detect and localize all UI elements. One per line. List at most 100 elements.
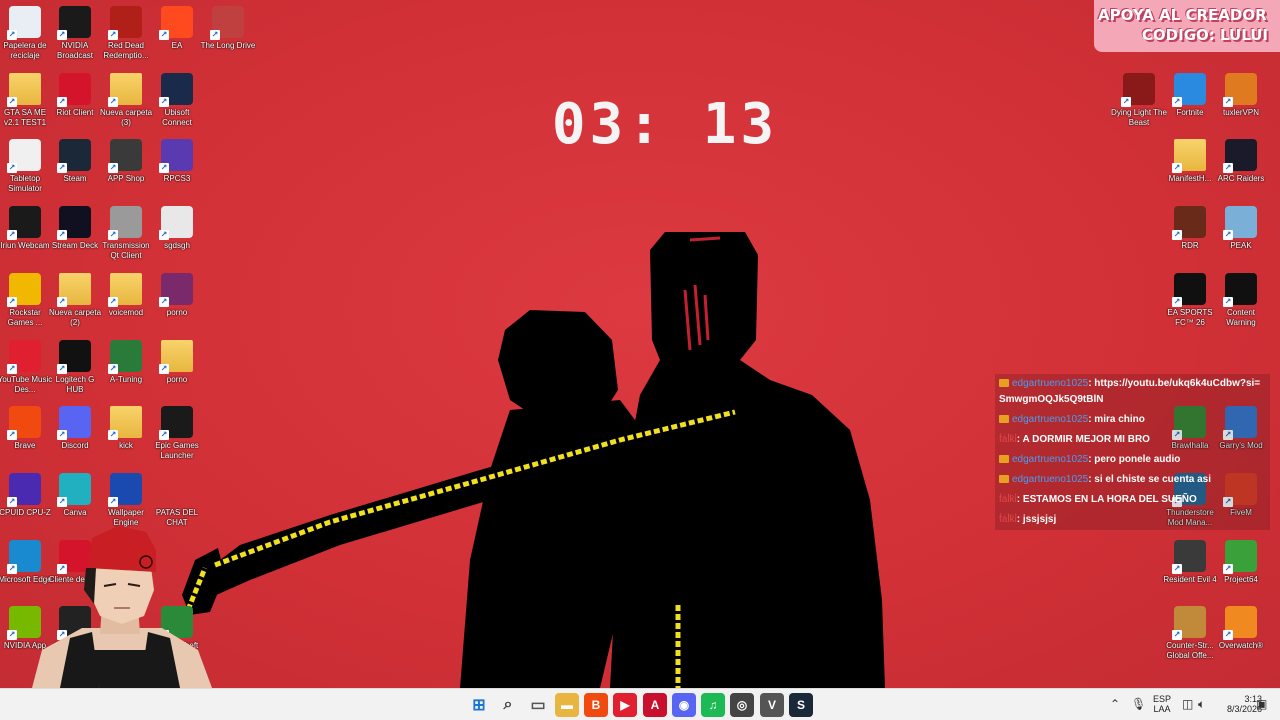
- tabletop-icon: ↗: [7, 139, 41, 174]
- desktop-icon[interactable]: ↗ Nueva carpeta (2): [47, 272, 103, 328]
- desktop-icon-label: Steam: [63, 174, 87, 184]
- chat-text: : jssjsjsj: [1016, 514, 1057, 525]
- chat-username: edgartrueno1025: [1012, 414, 1089, 425]
- language-indicator[interactable]: ESP LAA: [1150, 694, 1174, 720]
- desktop-icon[interactable]: ↗ A-Tuning: [98, 339, 154, 385]
- desktop-icon[interactable]: ↗ Overwatch®: [1213, 606, 1269, 651]
- desktop-icon[interactable]: ↗ ManifestH...: [1162, 139, 1218, 184]
- chat-message: edgartrueno1025: https://youtu.be/ukq6k4…: [995, 374, 1270, 410]
- desktop-icon[interactable]: ↗ YouTube Music Des...: [0, 339, 53, 395]
- desktop-icon[interactable]: ↗ Epic Games Launcher: [149, 406, 205, 461]
- youtube-music-button[interactable]: ▶: [613, 693, 637, 717]
- language-code: ESP: [1152, 694, 1171, 704]
- desktop-icon[interactable]: ↗ Logitech G HUB: [47, 339, 103, 395]
- desktop-icon[interactable]: ↗ Transmission Qt Client: [98, 206, 154, 261]
- desktop-icon-label: Nueva carpeta (3): [99, 107, 153, 127]
- recycle-bin-icon: ↗: [7, 6, 41, 40]
- search-button[interactable]: ⌕: [496, 693, 520, 717]
- desktop-icon[interactable]: ↗ Dying Light The Beast: [1111, 72, 1167, 128]
- desktop-icon-label: PEAK: [1230, 241, 1252, 251]
- desktop-icon[interactable]: ↗ APP Shop: [98, 139, 154, 184]
- chat-badge-icon: [999, 415, 1009, 424]
- desktop-icon[interactable]: ↗ Tabletop Simulator: [0, 139, 53, 194]
- shortcut-arrow-icon: ↗: [108, 230, 118, 241]
- discord-button[interactable]: ◉: [672, 693, 696, 717]
- desktop-icon-label: Project64: [1224, 574, 1258, 584]
- shortcut-arrow-icon: ↗: [7, 430, 17, 441]
- desktop-icon[interactable]: ↗ ARC Raiders: [1213, 139, 1269, 184]
- chevron-up-icon[interactable]: ⌃: [1110, 697, 1120, 711]
- desktop-icon[interactable]: ↗ The Long Drive: [200, 6, 256, 51]
- desktop-icon[interactable]: ↗ RPCS3: [149, 139, 205, 184]
- desktop-icon[interactable]: ↗ Nueva carpeta (3): [98, 72, 154, 128]
- desktop-icon-label: The Long Drive: [200, 41, 256, 50]
- shortcut-arrow-icon: ↗: [57, 96, 67, 107]
- notification-bell-icon[interactable]: ▣: [1256, 697, 1267, 711]
- microphone-icon[interactable]: 🎙︎: [1131, 697, 1146, 711]
- shortcut-arrow-icon: ↗: [108, 296, 118, 307]
- desktop-icon[interactable]: ↗ porno: [149, 272, 205, 318]
- obs-button[interactable]: ◎: [730, 693, 754, 717]
- desktop-icon[interactable]: ↗ Content Warning: [1213, 272, 1269, 328]
- desktop-icon[interactable]: ↗ tuxlerVPN: [1213, 72, 1269, 118]
- desktop-icon[interactable]: ↗ EA: [149, 6, 205, 51]
- desktop-icon[interactable]: ↗ sgdsgh: [149, 206, 205, 251]
- spotify-button[interactable]: ♫: [701, 693, 725, 717]
- start-button[interactable]: ⊞: [467, 693, 491, 717]
- chat-message: ḟȧl̇k̇i̇: ESTAMOS EN LA HORA DEL SUEÑO: [995, 490, 1270, 510]
- adobe-button[interactable]: A: [643, 693, 667, 717]
- desktop-icon[interactable]: ↗ Fortnite: [1162, 72, 1218, 118]
- desktop-icon[interactable]: ↗ Discord: [47, 406, 103, 451]
- desktop-icon[interactable]: ↗ Stream Deck: [47, 206, 103, 251]
- desktop-icon[interactable]: ↗ Steam: [47, 139, 103, 184]
- desktop-icon-label: voicemod: [108, 307, 144, 317]
- desktop-icon[interactable]: ↗ Resident Evil 4: [1162, 539, 1218, 585]
- project64-icon: ↗: [1223, 539, 1257, 574]
- desktop-icon[interactable]: ↗ Papelera de reciclaje: [0, 6, 53, 61]
- desktop-icon-label: Dying Light The Beast: [1111, 107, 1167, 127]
- valorant-button[interactable]: V: [760, 693, 784, 717]
- desktop-icon[interactable]: ↗ Brave: [0, 406, 53, 451]
- fortnite-icon: ↗: [1172, 72, 1206, 107]
- chat-username: ḟȧl̇k̇i̇: [999, 434, 1017, 445]
- desktop-icon[interactable]: ↗ RDR: [1162, 206, 1218, 251]
- desktop-icon[interactable]: ↗ GTA SA ME v2.1 TEST1: [0, 72, 53, 128]
- task-view-button[interactable]: ▭: [526, 693, 550, 717]
- desktop-icon[interactable]: ↗ kick: [98, 406, 154, 451]
- desktop-icon-label: Logitech G HUB: [55, 374, 95, 394]
- steam-button[interactable]: S: [789, 693, 813, 717]
- desktop-icon[interactable]: ↗ EA SPORTS FC™ 26: [1162, 272, 1218, 328]
- desktop-icon[interactable]: ↗ Red Dead Redemptio...: [98, 6, 154, 61]
- folder-icon: ↗: [57, 272, 91, 307]
- speaker-icon[interactable]: 🔈︎: [1198, 697, 1205, 712]
- vtuber-avatar: [32, 526, 212, 688]
- desktop-icon[interactable]: ↗ PEAK: [1213, 206, 1269, 251]
- desktop-icon-label: GTA SA ME v2.1 TEST1: [3, 107, 47, 127]
- shortcut-arrow-icon: ↗: [57, 496, 67, 507]
- desktop-icon[interactable]: ↗ voicemod: [98, 272, 154, 318]
- file-explorer-button[interactable]: ▬: [555, 693, 579, 717]
- desktop-icon[interactable]: ↗ Riot Client: [47, 72, 103, 118]
- desktop-icon-label: RDR: [1181, 241, 1199, 251]
- canva-icon: ↗: [57, 472, 91, 507]
- desktop-icon[interactable]: ↗ Canva: [47, 472, 103, 518]
- desktop-icon[interactable]: ↗ Project64: [1213, 539, 1269, 585]
- desktop-icon[interactable]: ↗ Rockstar Games ...: [0, 272, 53, 328]
- desktop-icon[interactable]: ↗ Iriun Webcam: [0, 206, 53, 251]
- desktop-icon[interactable]: ↗ Ubisoft Connect: [149, 72, 205, 128]
- desktop-icon-label: Stream Deck: [51, 241, 99, 251]
- shortcut-arrow-icon: ↗: [57, 30, 67, 40]
- desktop-icon[interactable]: ↗ porno: [149, 339, 205, 385]
- folder-icon: ↗: [7, 72, 41, 107]
- brave-button[interactable]: B: [584, 693, 608, 717]
- shortcut-arrow-icon: ↗: [1223, 163, 1233, 174]
- network-icon[interactable]: ◫: [1182, 697, 1193, 711]
- arc-raiders-icon: ↗: [1223, 139, 1257, 174]
- desktop-icon[interactable]: ↗ NVIDIA Broadcast: [47, 6, 103, 61]
- shortcut-arrow-icon: ↗: [159, 430, 169, 441]
- desktop-icon[interactable]: ↗ CPUID CPU-Z: [0, 472, 53, 518]
- creator-code-banner: APOYA AL CREADOR CODIGO: LULUI: [1094, 0, 1280, 52]
- desktop-icon[interactable]: ↗ Counter-Str... Global Offe...: [1162, 606, 1218, 661]
- desktop-icon-label: Riot Client: [56, 107, 94, 117]
- desktop-icon-label: ARC Raiders: [1217, 174, 1265, 184]
